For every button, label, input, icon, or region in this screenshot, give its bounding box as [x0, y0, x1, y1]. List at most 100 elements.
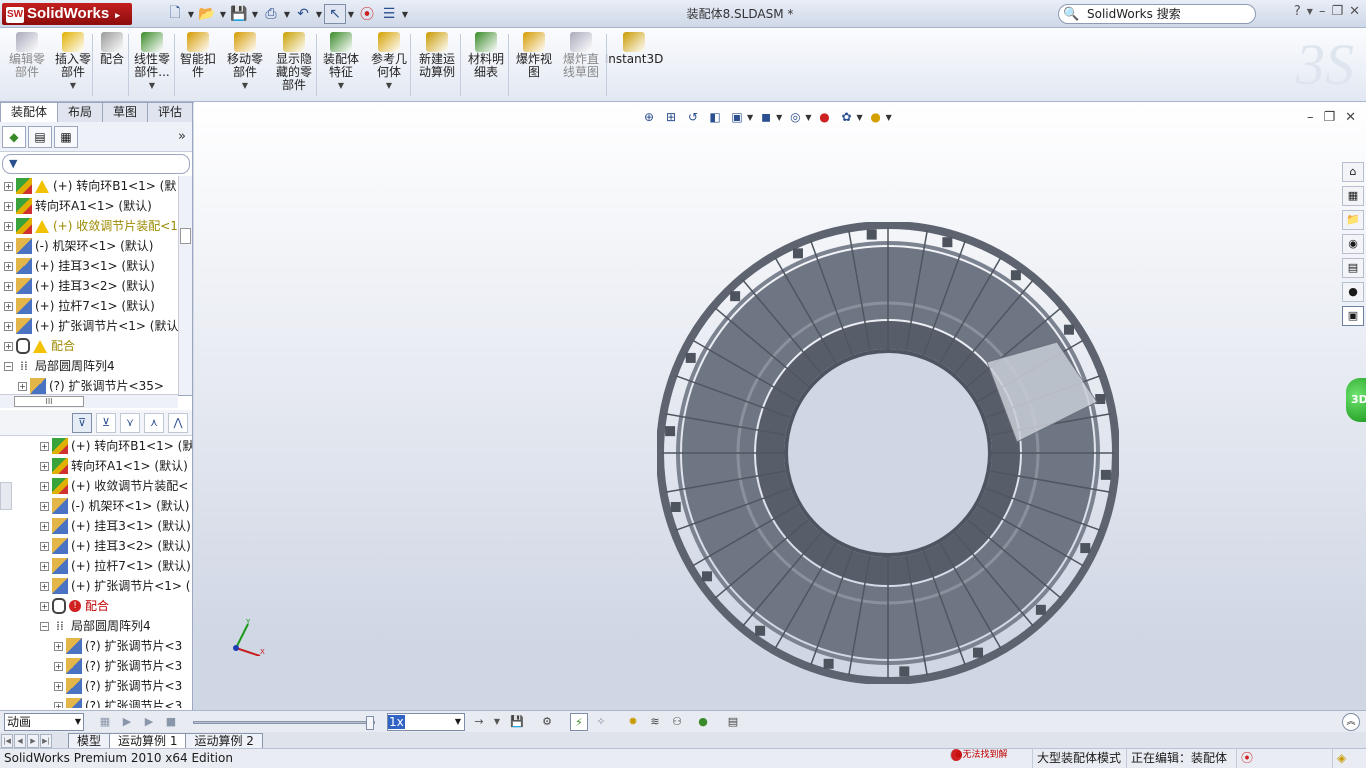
expand-icon[interactable]: + [40, 561, 49, 571]
bill-of-materials-button[interactable]: 材料明 细表 [464, 32, 508, 98]
next-tab-icon[interactable]: ▶ [27, 734, 39, 748]
calculate-icon[interactable]: ▦ [96, 713, 114, 731]
panel-splitter-handle[interactable] [0, 482, 12, 510]
select-dropdown-icon[interactable]: ▼ [346, 4, 356, 24]
exploded-view-button[interactable]: 爆炸视 图 [514, 32, 554, 98]
rebuild-status-icon[interactable]: ⦿ [1236, 749, 1257, 768]
explode-line-sketch-button[interactable]: 爆炸直 线草图 [560, 32, 602, 98]
expand-icon[interactable]: + [4, 221, 13, 231]
tree-item[interactable]: + 转向环A1<1> (默认) [0, 196, 192, 216]
filter-features-icon[interactable]: ⋀ [168, 412, 188, 433]
apply-scene-icon[interactable]: ✿ [837, 108, 855, 126]
tree-item[interactable]: + (-) 机架环<1> (默认) [0, 496, 192, 516]
select-cursor-icon[interactable]: ↖ [324, 4, 346, 24]
tree-item[interactable]: + (+) 拉杆7<1> (默认) [0, 296, 192, 316]
previous-view-icon[interactable]: ↺ [684, 108, 702, 126]
show-hidden-components-button[interactable]: 显示隐 藏的零 部件 [272, 32, 316, 98]
expand-icon[interactable]: + [4, 201, 13, 211]
zoom-to-area-icon[interactable]: ⊞ [662, 108, 680, 126]
expand-icon[interactable]: + [40, 501, 49, 511]
tab-1[interactable]: 布局 [57, 102, 104, 122]
tab-0[interactable]: 装配体 [0, 102, 59, 123]
close-icon[interactable]: ✕ [1349, 4, 1360, 20]
expand-icon[interactable]: + [4, 281, 13, 291]
expand-icon[interactable]: + [54, 661, 63, 671]
instant3d-button[interactable]: Instant3D [605, 32, 663, 98]
tree-item[interactable]: + (+) 拉杆7<1> (默认) [0, 556, 192, 576]
sheet-tab-1[interactable]: 运动算例 1 [109, 733, 187, 748]
rebuild-error-status[interactable]: ⊗无法找到解 [950, 749, 1008, 761]
expand-icon[interactable]: + [4, 341, 13, 351]
filter-mates-icon[interactable]: ⋏ [144, 412, 164, 433]
quick-tips-icon[interactable]: ◈ [1332, 749, 1350, 768]
tree-item[interactable]: + (+) 收敛调节片装配<1 [0, 216, 192, 236]
undo-icon[interactable]: ↶ [292, 4, 314, 24]
expand-icon[interactable]: + [54, 681, 63, 691]
tree-item[interactable]: + (+) 扩张调节片<1> ( [0, 576, 192, 596]
linear-pattern-button[interactable]: 线性零 部件... ▼ [132, 32, 172, 98]
ribbon-dropdown-icon[interactable]: ▼ [70, 79, 76, 92]
section-view-icon[interactable]: ◧ [706, 108, 724, 126]
custom-properties-icon[interactable]: ▣ [1342, 306, 1364, 326]
tree-item[interactable]: + (+) 收敛调节片装配< [0, 476, 192, 496]
configurationmanager-tab-icon[interactable]: ▦ [54, 125, 78, 148]
viewport-close-icon[interactable]: ✕ [1345, 110, 1356, 125]
expand-icon[interactable]: + [4, 261, 13, 271]
reference-geometry-button[interactable]: 参考几 何体 ▼ [368, 32, 410, 98]
insert-components-button[interactable]: 插入零 部件 ▼ [52, 32, 94, 98]
edit-appearance-icon[interactable]: ● [815, 108, 833, 126]
tree-item[interactable]: + (?) 扩张调节片<3 [0, 696, 192, 708]
assembly-features-button[interactable]: 装配体 特征 ▼ [320, 32, 362, 98]
spring-icon[interactable]: ≋ [646, 713, 664, 731]
options-dropdown-icon[interactable]: ▼ [400, 4, 410, 24]
playback-speed-select[interactable]: 1x ▼ [387, 713, 465, 731]
save-animation-icon[interactable]: 💾 [508, 713, 526, 731]
new-document-icon[interactable]: 🗋 [164, 4, 186, 24]
3d-content-central-tab[interactable]: 3D [1346, 378, 1366, 422]
expand-icon[interactable]: + [18, 381, 27, 391]
ribbon-dropdown-icon[interactable]: ▼ [386, 79, 392, 92]
view-settings-icon[interactable]: ● [867, 108, 885, 126]
sheet-tab-0[interactable]: 模型 [68, 733, 111, 748]
tree-item[interactable]: + (?) 扩张调节片<35> [0, 376, 192, 395]
expand-icon[interactable]: + [40, 521, 49, 531]
results-plots-icon[interactable]: ▤ [724, 713, 742, 731]
tree-item[interactable]: + (+) 挂耳3<2> (默认) [0, 536, 192, 556]
view-palette-icon[interactable]: ▤ [1342, 258, 1364, 278]
tree-item[interactable]: + (?) 扩张调节片<3 [0, 636, 192, 656]
playback-slider-knob[interactable] [366, 716, 374, 730]
tree-item[interactable]: + (+) 转向环B1<1> (默 [0, 176, 192, 196]
tree-item[interactable]: +! 配合 [0, 596, 192, 616]
expand-icon[interactable]: + [40, 481, 49, 491]
display-style-icon[interactable]: ◼ [757, 108, 775, 126]
expand-icon[interactable]: + [40, 541, 49, 551]
mate-button[interactable]: 配合 [98, 32, 126, 98]
motor-icon[interactable]: ✹ [624, 713, 642, 731]
play-from-start-icon[interactable]: ▶ [118, 713, 136, 731]
assembly-3d-model[interactable] [657, 222, 1119, 684]
ribbon-dropdown-icon[interactable]: ▼ [242, 79, 248, 92]
play-icon[interactable]: ▶ [140, 713, 158, 731]
gravity-icon[interactable]: ● [694, 713, 712, 731]
tree-item[interactable]: + (+) 挂耳3<1> (默认) [0, 256, 192, 276]
last-tab-icon[interactable]: ▶| [40, 734, 52, 748]
expand-icon[interactable]: + [54, 701, 63, 708]
options-icon[interactable]: ☰ [378, 4, 400, 24]
ribbon-dropdown-icon[interactable]: ▼ [149, 79, 155, 92]
contact-icon[interactable]: ⚇ [668, 713, 686, 731]
save-dropdown-icon[interactable]: ▼ [250, 4, 260, 24]
tree-item[interactable]: + 配合 [0, 336, 192, 356]
expand-icon[interactable]: + [40, 441, 49, 451]
display-style-dropdown-icon[interactable]: ▼ [776, 113, 782, 122]
playback-slider[interactable] [193, 716, 375, 730]
add-key-icon[interactable]: ✧ [592, 713, 610, 731]
undo-dropdown-icon[interactable]: ▼ [314, 4, 324, 24]
tree-horizontal-scrollbar[interactable]: III [0, 394, 178, 408]
restore-icon[interactable]: ❐ [1331, 4, 1343, 20]
rebuild-traffic-light-icon[interactable]: ⦿ [356, 4, 378, 24]
minimize-icon[interactable]: – [1319, 4, 1326, 20]
tree-item[interactable]: + (+) 挂耳3<1> (默认) [0, 516, 192, 536]
help-dropdown-icon[interactable]: ▼ [1307, 4, 1313, 20]
tree-item[interactable]: + (+) 挂耳3<2> (默认) [0, 276, 192, 296]
expand-icon[interactable]: + [54, 641, 63, 651]
